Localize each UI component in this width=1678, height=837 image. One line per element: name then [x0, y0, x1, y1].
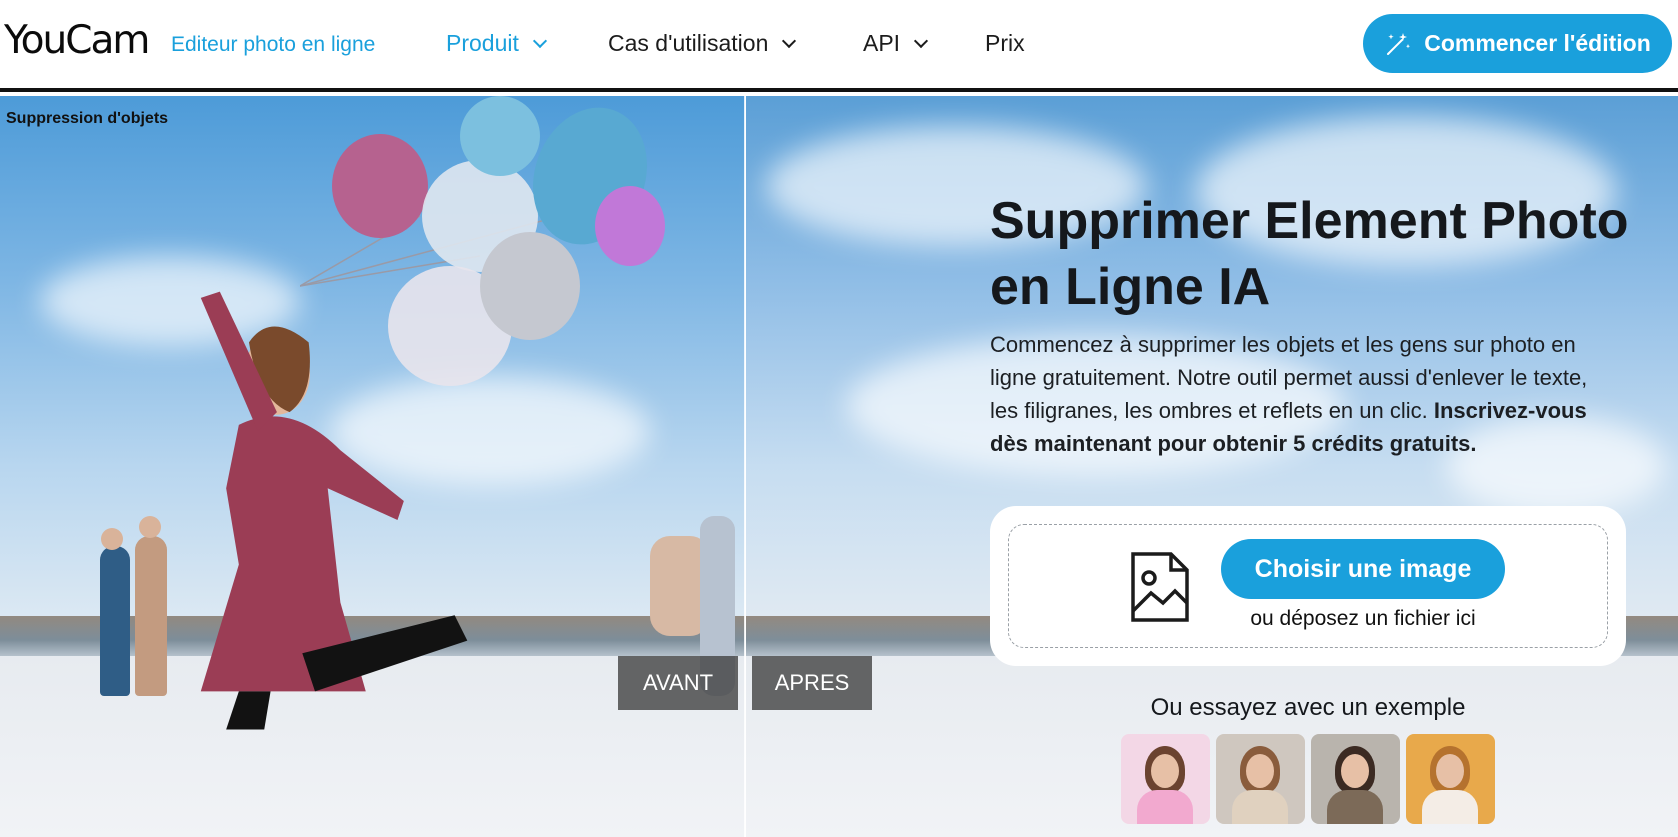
before-photo [0, 96, 745, 837]
before-button[interactable]: AVANT [618, 656, 738, 710]
hero-description: Commencez à supprimer les objets et les … [990, 328, 1610, 460]
youcam-logo[interactable]: YouCam [4, 18, 150, 63]
magic-wand-icon [1387, 32, 1411, 55]
nav-prix[interactable]: Prix [985, 30, 1025, 57]
page-title: Supprimer Element Photo en Ligne IA [990, 192, 1629, 316]
tagline[interactable]: Editeur photo en ligne [171, 33, 375, 57]
nav-prix-label: Prix [985, 30, 1025, 56]
chevron-down-icon [914, 33, 929, 48]
example-thumbnail[interactable] [1311, 734, 1400, 824]
example-thumbnails [1121, 734, 1495, 824]
nav-api-label: API [863, 30, 901, 56]
drop-file-text: ou déposez un fichier ici [1250, 607, 1476, 630]
nav-produit-label: Produit [446, 30, 519, 56]
start-editing-button[interactable]: Commencer l'édition [1363, 14, 1672, 73]
file-dropzone[interactable]: Choisir une image ou déposez un fichier … [1008, 524, 1608, 648]
example-thumbnail[interactable] [1121, 734, 1210, 824]
examples-heading: Ou essayez avec un exemple [1150, 694, 1466, 721]
example-thumbnail[interactable] [1406, 734, 1495, 824]
site-header: YouCam Editeur photo en ligne Produit Ca… [0, 0, 1678, 92]
section-badge: Suppression d'objets [6, 110, 169, 127]
choose-image-button[interactable]: Choisir une image [1221, 539, 1505, 599]
image-file-icon [1131, 552, 1189, 622]
nav-cas-utilisation[interactable]: Cas d'utilisation [608, 30, 797, 57]
start-editing-label: Commencer l'édition [1424, 30, 1651, 56]
example-thumbnail[interactable] [1216, 734, 1305, 824]
woman-figure [200, 291, 468, 730]
chevron-down-icon [532, 33, 547, 48]
nav-api[interactable]: API [863, 30, 929, 57]
nav-produit[interactable]: Produit [446, 30, 547, 57]
after-button[interactable]: APRES [752, 656, 872, 710]
chevron-down-icon [782, 33, 797, 48]
comparison-divider[interactable] [744, 96, 746, 837]
nav-cas-utilisation-label: Cas d'utilisation [608, 30, 769, 56]
hero-section: Suppression d'objets AVANT APRES Supprim… [0, 96, 1678, 837]
upload-card: Choisir une image ou déposez un fichier … [990, 506, 1626, 666]
